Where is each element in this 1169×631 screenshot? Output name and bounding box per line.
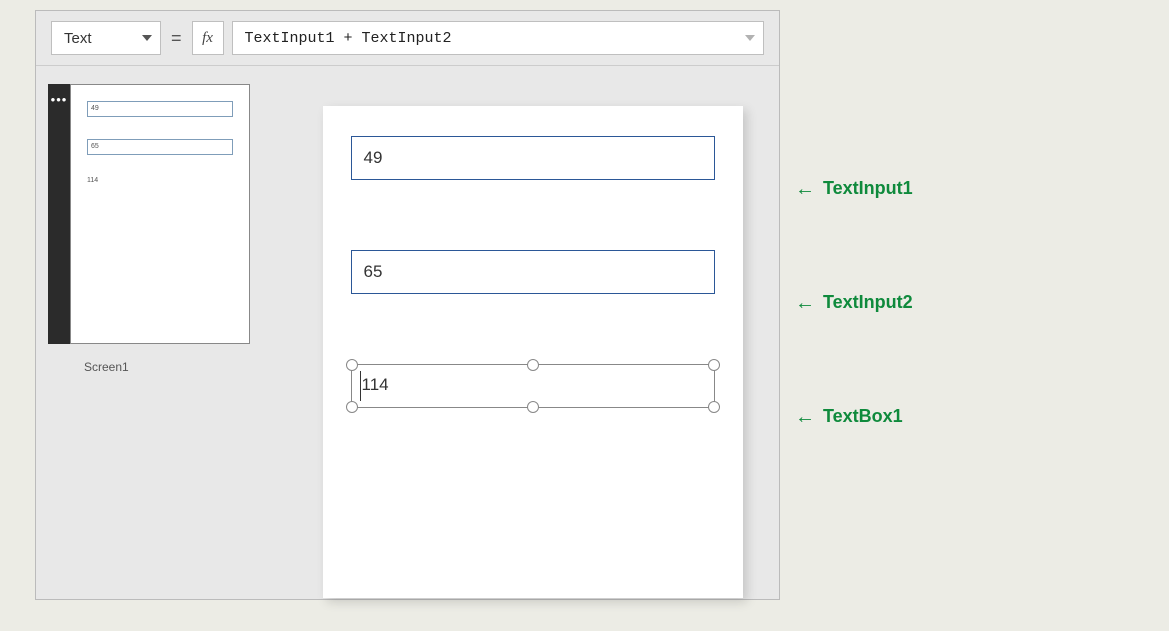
annotation-textbox1: ← TextBox1 [795, 406, 903, 427]
resize-handle-bottom-left[interactable] [346, 401, 358, 413]
resize-handle-bottom-center[interactable] [527, 401, 539, 413]
textinput2-value: 65 [364, 262, 383, 282]
resize-handle-top-left[interactable] [346, 359, 358, 371]
thumb-input-2: 65 [87, 139, 233, 155]
textinput2-control[interactable]: 65 [351, 250, 715, 294]
screen-thumb-tab[interactable]: ••• [48, 84, 70, 344]
text-cursor [360, 371, 361, 401]
textinput1-control[interactable]: 49 [351, 136, 715, 180]
screen-name-label: Screen1 [84, 360, 274, 374]
design-canvas[interactable]: 49 65 114 [323, 106, 743, 598]
fx-label: fx [202, 30, 213, 47]
screen-thumbnail-wrap: ••• 49 65 114 [48, 84, 274, 344]
annotation-label-3: TextBox1 [823, 406, 903, 427]
formula-expression: TextInput1 + TextInput2 [245, 30, 452, 47]
resize-handle-top-center[interactable] [527, 359, 539, 371]
canvas-wrap: 49 65 114 [286, 66, 779, 598]
screens-panel: ••• 49 65 114 Screen1 [36, 66, 286, 598]
arrow-left-icon: ← [795, 179, 815, 199]
chevron-down-icon [142, 35, 152, 41]
textbox1-control-selected[interactable]: 114 [351, 364, 715, 408]
equals-sign: = [169, 28, 184, 49]
editor-area: ••• 49 65 114 Screen1 49 65 [36, 66, 779, 598]
fx-button[interactable]: fx [192, 21, 224, 55]
annotation-label-1: TextInput1 [823, 178, 913, 199]
formula-bar: Text = fx TextInput1 + TextInput2 [36, 11, 779, 66]
annotations: ← TextInput1 ← TextInput2 ← TextBox1 [795, 0, 1155, 631]
textinput1-value: 49 [364, 148, 383, 168]
property-dropdown-label: Text [64, 30, 92, 47]
chevron-down-icon [745, 35, 755, 41]
thumb-result: 114 [87, 177, 233, 184]
resize-handle-top-right[interactable] [708, 359, 720, 371]
annotation-textinput1: ← TextInput1 [795, 178, 913, 199]
screen-thumbnail[interactable]: 49 65 114 [70, 84, 250, 344]
annotation-label-2: TextInput2 [823, 292, 913, 313]
arrow-left-icon: ← [795, 407, 815, 427]
more-icon: ••• [51, 92, 68, 107]
property-dropdown[interactable]: Text [51, 21, 161, 55]
app-window: Text = fx TextInput1 + TextInput2 ••• 49… [35, 10, 780, 600]
textbox1-value: 114 [362, 375, 389, 395]
arrow-left-icon: ← [795, 293, 815, 313]
formula-input[interactable]: TextInput1 + TextInput2 [232, 21, 764, 55]
resize-handle-bottom-right[interactable] [708, 401, 720, 413]
thumb-input-1: 49 [87, 101, 233, 117]
annotation-textinput2: ← TextInput2 [795, 292, 913, 313]
